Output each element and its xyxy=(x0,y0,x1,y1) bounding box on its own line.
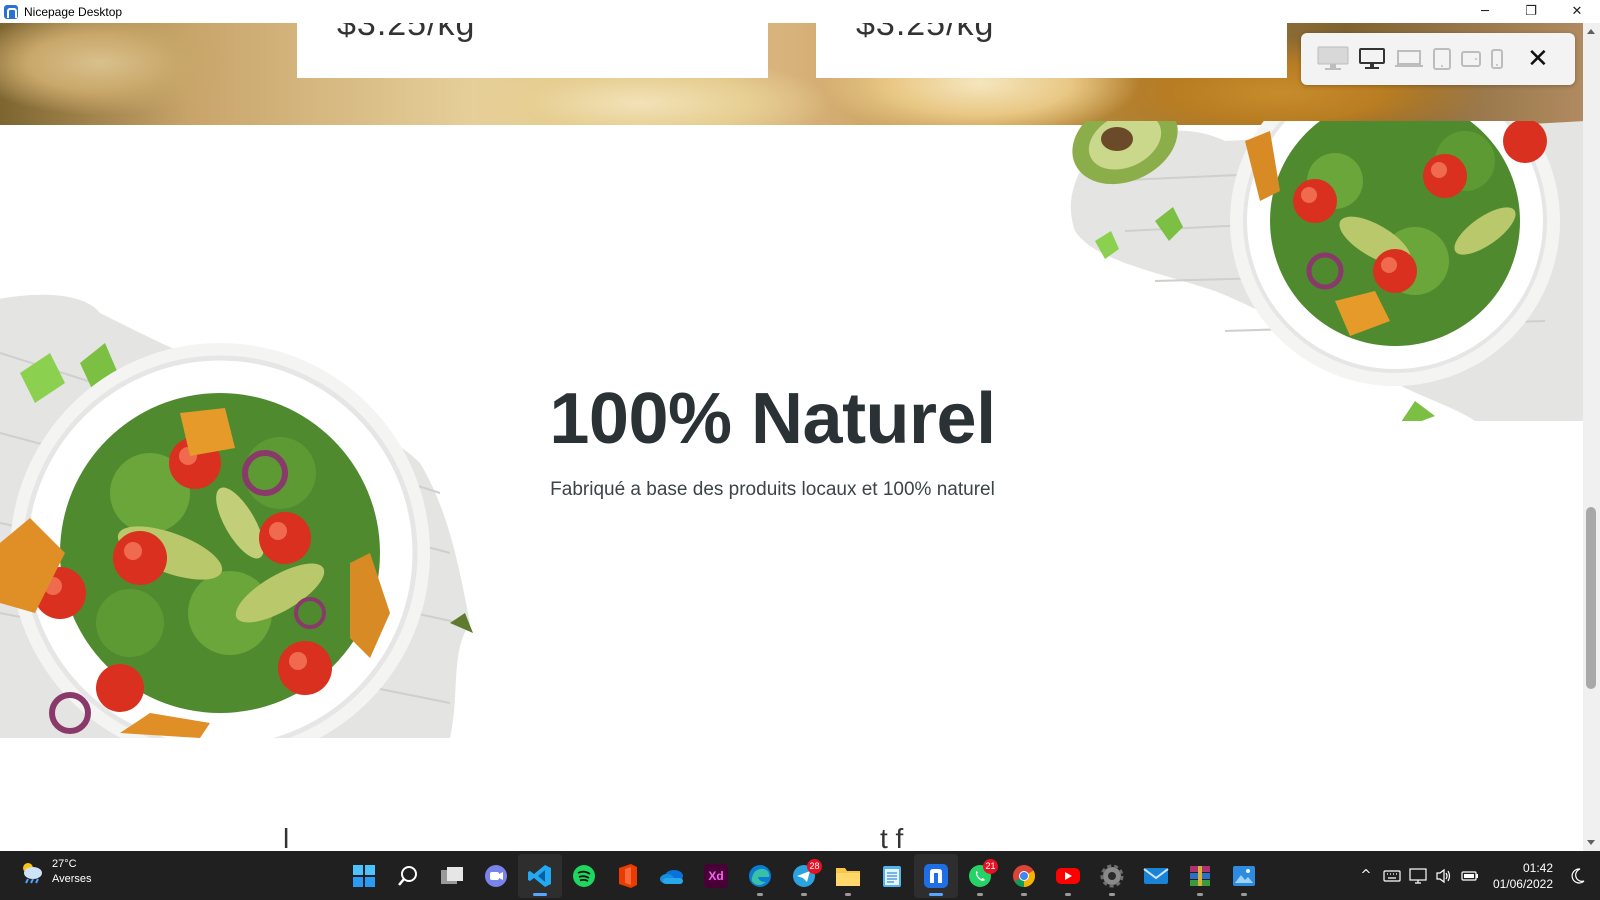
adobe-xd-button[interactable]: Xd xyxy=(694,854,738,898)
taskbar-apps: Xd 28 21 xyxy=(342,851,1266,900)
restore-button[interactable]: ❐ xyxy=(1508,0,1554,23)
office-icon xyxy=(619,863,637,888)
close-button[interactable]: ✕ xyxy=(1554,0,1600,23)
page-preview[interactable]: $3.25/kg $3.25/kg ✕ 100% Naturel Fabriqu… xyxy=(0,23,1583,851)
device-preview-toolbar: ✕ xyxy=(1301,33,1575,85)
adobe-xd-icon: Xd xyxy=(704,863,728,888)
minimize-button[interactable]: ─ xyxy=(1462,0,1508,23)
window-title: Nicepage Desktop xyxy=(24,4,123,19)
file-explorer-button[interactable] xyxy=(826,854,870,898)
moon-icon[interactable] xyxy=(1566,864,1590,888)
desktop-icon[interactable] xyxy=(1359,48,1385,70)
close-preview-icon[interactable]: ✕ xyxy=(1527,46,1549,72)
salad-image-right[interactable] xyxy=(1065,121,1583,421)
task-view-button[interactable] xyxy=(430,854,474,898)
teams-chat-icon xyxy=(485,864,507,887)
whatsapp-button[interactable]: 21 xyxy=(958,854,1002,898)
product-card-right[interactable]: $3.25/kg xyxy=(816,23,1287,78)
clock-time: 01:42 xyxy=(1522,860,1553,875)
folder-icon xyxy=(836,867,860,886)
system-tray: ^ 01:42 01/06/2022 xyxy=(1353,851,1600,900)
scroll-down-icon[interactable] xyxy=(1587,840,1595,845)
keyboard-icon[interactable] xyxy=(1380,864,1404,888)
telegram-button[interactable]: 28 xyxy=(782,854,826,898)
desktop-large-icon[interactable] xyxy=(1317,46,1349,72)
task-view-icon xyxy=(441,866,463,884)
title-bar: Nicepage Desktop ─ ❐ ✕ xyxy=(0,0,1600,23)
vscode-icon xyxy=(528,864,551,887)
weather-rain-icon xyxy=(18,859,44,885)
notepad-icon xyxy=(883,865,901,887)
chevron-up-icon[interactable]: ^ xyxy=(1354,864,1378,888)
edge-button[interactable] xyxy=(738,854,782,898)
onedrive-button[interactable] xyxy=(650,854,694,898)
whatsapp-badge: 21 xyxy=(983,858,998,874)
salad-image-left[interactable] xyxy=(0,293,500,738)
vertical-scrollbar[interactable] xyxy=(1583,23,1600,851)
clock-date: 01/06/2022 xyxy=(1492,876,1553,891)
winrar-button[interactable] xyxy=(1178,854,1222,898)
notepad-button[interactable] xyxy=(870,854,914,898)
price-text-right: $3.25/kg xyxy=(856,23,995,43)
scroll-thumb[interactable] xyxy=(1586,507,1596,689)
spotify-button[interactable] xyxy=(562,854,606,898)
teams-chat-button[interactable] xyxy=(474,854,518,898)
mail-icon xyxy=(1143,867,1169,884)
vscode-button[interactable] xyxy=(518,853,562,898)
laptop-icon[interactable] xyxy=(1395,49,1423,69)
windows-taskbar: 27°C Averses Xd 28 21 ^ 01:42 01/06/2022 xyxy=(0,851,1600,900)
chrome-button[interactable] xyxy=(1002,854,1046,898)
winrar-icon xyxy=(1190,865,1210,886)
section-heading[interactable]: 100% Naturel xyxy=(0,378,1545,460)
weather-widget[interactable]: 27°C Averses xyxy=(18,857,92,887)
youtube-button[interactable] xyxy=(1046,854,1090,898)
nicepage-logo-icon xyxy=(4,4,18,19)
start-button[interactable] xyxy=(342,854,386,898)
chrome-icon xyxy=(1013,864,1035,887)
edge-icon xyxy=(749,864,771,887)
telegram-badge: 28 xyxy=(807,858,822,874)
weather-location: Averses xyxy=(52,873,92,885)
office-button[interactable] xyxy=(606,854,650,898)
window-controls: ─ ❐ ✕ xyxy=(1462,0,1600,23)
photos-button[interactable] xyxy=(1222,854,1266,898)
mail-button[interactable] xyxy=(1134,854,1178,898)
settings-button[interactable] xyxy=(1090,854,1134,898)
nicepage-icon xyxy=(924,863,948,888)
volume-icon[interactable] xyxy=(1432,864,1456,888)
tablet-landscape-icon[interactable] xyxy=(1461,51,1481,67)
partial-text-left: l xyxy=(283,823,290,851)
gear-icon xyxy=(1100,864,1124,887)
tablet-icon[interactable] xyxy=(1433,48,1451,70)
phone-icon[interactable] xyxy=(1491,49,1503,69)
search-button[interactable] xyxy=(386,854,430,898)
system-clock[interactable]: 01:42 01/06/2022 xyxy=(1493,860,1553,892)
price-text-left: $3.25/kg xyxy=(337,23,476,43)
youtube-icon xyxy=(1056,867,1080,884)
section-subheading[interactable]: Fabriqué a base des produits locaux et 1… xyxy=(0,479,1545,501)
onedrive-icon xyxy=(660,869,683,884)
windows-start-icon xyxy=(353,864,375,887)
weather-temperature: 27°C xyxy=(52,858,77,870)
photos-icon xyxy=(1233,865,1255,886)
search-icon xyxy=(398,865,417,886)
nicepage-button[interactable] xyxy=(914,853,958,898)
scroll-up-icon[interactable] xyxy=(1587,29,1595,34)
battery-icon[interactable] xyxy=(1458,864,1482,888)
product-card-left[interactable]: $3.25/kg xyxy=(297,23,768,78)
network-icon[interactable] xyxy=(1406,864,1430,888)
spotify-icon xyxy=(573,864,595,887)
partial-text-right: t f xyxy=(880,823,904,851)
